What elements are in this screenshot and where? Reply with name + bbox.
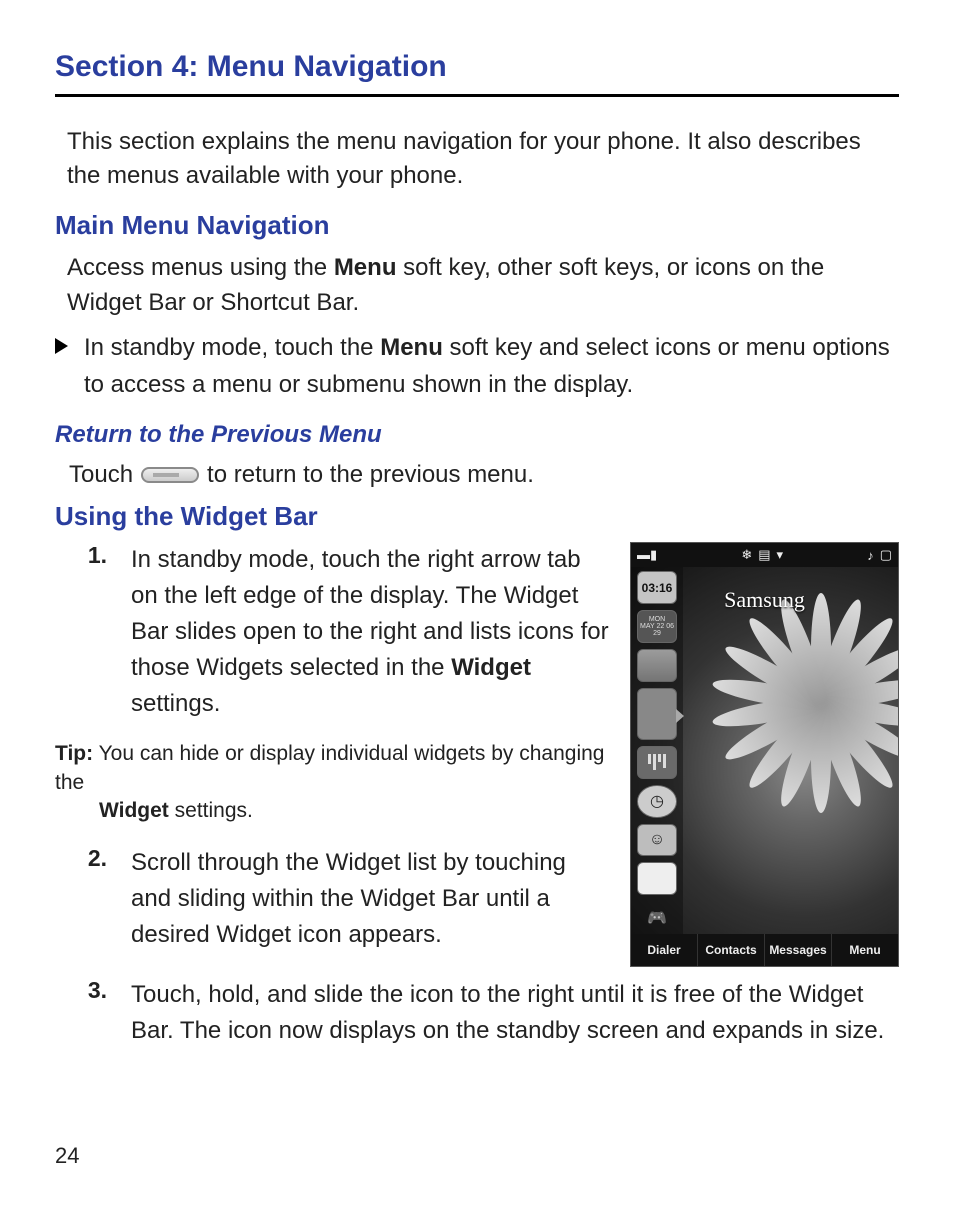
phone-statusbar: ▬▮ ❄ ▤ ▾ ♪ ▢ (631, 543, 898, 567)
phone-softkeys: Dialer Contacts Messages Menu (631, 934, 898, 966)
sound-icon: ♪ (867, 548, 874, 563)
phone-screenshot: ▬▮ ❄ ▤ ▾ ♪ ▢ (630, 542, 899, 967)
date-widget-icon[interactable]: MON MAY 22 06 29 (637, 610, 677, 643)
softkey-contacts[interactable]: Contacts (698, 934, 765, 966)
text: MON (649, 616, 665, 623)
softkey-menu[interactable]: Menu (832, 934, 898, 966)
main-menu-paragraph: Access menus using the Menu soft key, ot… (67, 251, 899, 321)
return-menu-heading: Return to the Previous Menu (55, 421, 899, 449)
list-number: 3. (79, 977, 107, 1049)
list-number: 1. (79, 542, 107, 722)
bullet-item: In standby mode, touch the Menu soft key… (55, 329, 899, 403)
text: Touch (69, 461, 133, 489)
widget-bar-heading: Using the Widget Bar (55, 501, 899, 532)
back-button-icon (141, 467, 199, 483)
signal-icon: ▬▮ (637, 547, 657, 563)
text: Access menus using the (67, 254, 334, 281)
bold-widget: Widget (99, 799, 169, 822)
triangle-bullet-icon (55, 338, 68, 354)
bold-menu: Menu (380, 334, 443, 361)
bold-menu: Menu (334, 254, 397, 281)
page-number: 24 (55, 1143, 79, 1169)
tip-label: Tip: (55, 742, 93, 765)
analog-clock-widget-icon[interactable]: ◷ (637, 785, 677, 818)
softkey-dialer[interactable]: Dialer (631, 934, 698, 966)
list-item: 1. In standby mode, touch the right arro… (55, 542, 610, 722)
music-widget-icon[interactable] (637, 746, 677, 779)
list-text: Touch, hold, and slide the icon to the r… (131, 977, 899, 1049)
clock-widget-icon[interactable]: 03:16 (637, 571, 677, 604)
text: to return to the previous menu. (207, 461, 534, 489)
note-widget-icon[interactable] (637, 862, 677, 895)
status-icon: ❄ (741, 547, 752, 563)
tip-block: Tip: You can hide or display individual … (55, 740, 610, 825)
text: settings. (169, 799, 253, 822)
text: In standby mode, touch the (84, 334, 380, 361)
text: In standby mode, touch the right arrow t… (131, 546, 609, 681)
bold-widget: Widget (451, 654, 531, 681)
list-item: 3. Touch, hold, and slide the icon to th… (55, 977, 899, 1049)
list-item: 2. Scroll through the Widget list by tou… (55, 845, 610, 953)
intro-paragraph: This section explains the menu navigatio… (67, 125, 899, 192)
text: You can hide or display individual widge… (55, 742, 604, 793)
battery-icon: ▢ (880, 547, 892, 563)
bullet-text: In standby mode, touch the Menu soft key… (84, 329, 899, 403)
list-number: 2. (79, 845, 107, 953)
game-widget-icon[interactable]: 🎮 (637, 901, 677, 934)
list-text: In standby mode, touch the right arrow t… (131, 542, 610, 722)
photo-widget-icon[interactable] (637, 649, 677, 682)
text: settings. (131, 690, 220, 717)
status-icon: ▤ (758, 547, 770, 563)
widget-bar-tab-icon[interactable] (637, 688, 677, 740)
message-widget-icon[interactable]: ☺ (637, 824, 677, 857)
main-menu-heading: Main Menu Navigation (55, 210, 899, 241)
list-text: Scroll through the Widget list by touchi… (131, 845, 610, 953)
touch-instruction: Touch to return to the previous menu. (69, 461, 899, 489)
widget-bar[interactable]: 03:16 MON MAY 22 06 29 ◷ ☺ 🎮 (631, 567, 683, 934)
section-title: Section 4: Menu Navigation (55, 50, 899, 97)
softkey-messages[interactable]: Messages (765, 934, 832, 966)
text: MAY 22 06 29 (638, 623, 676, 637)
chevron-down-icon: ▾ (777, 547, 784, 563)
